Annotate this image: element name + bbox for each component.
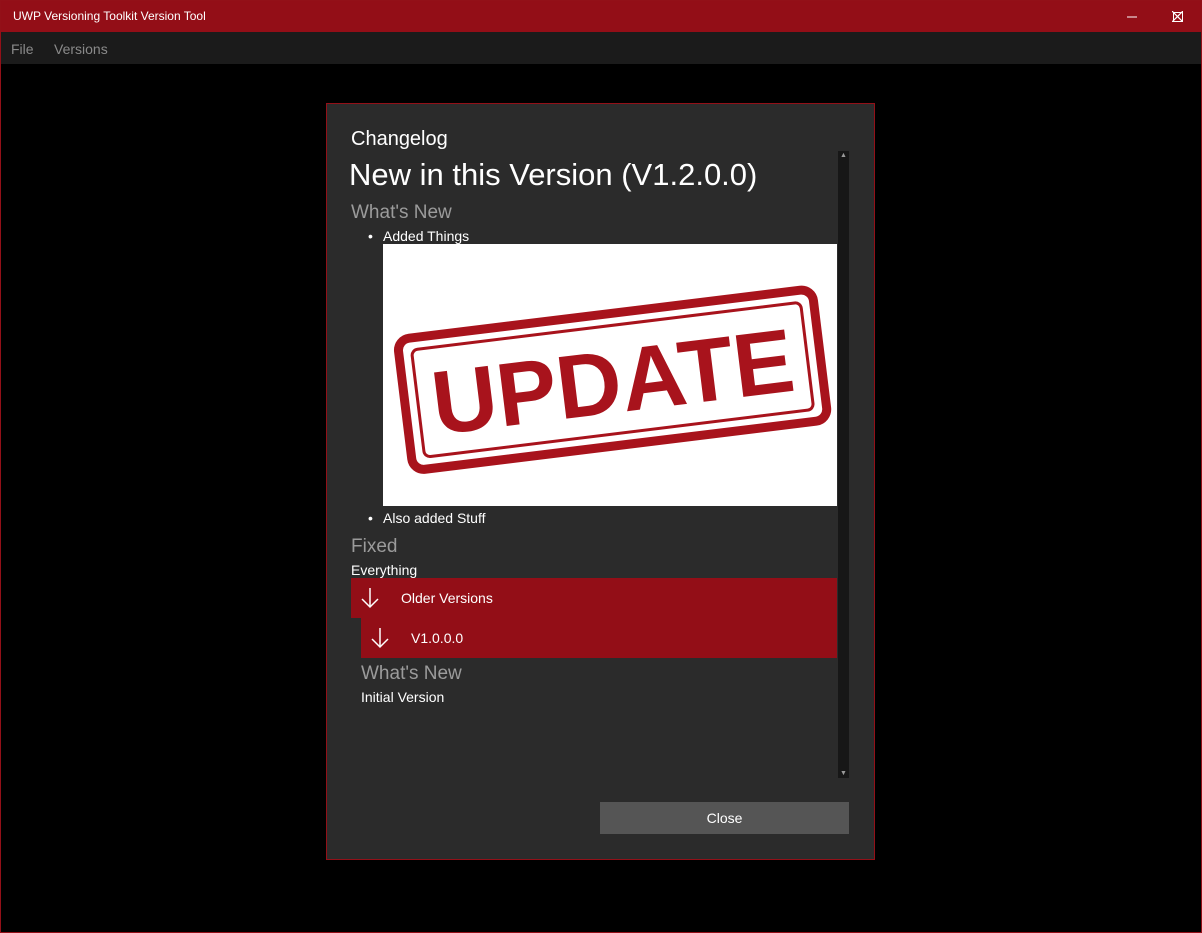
scroll-down-icon[interactable]: ▼: [838, 770, 849, 777]
scroll-up-icon[interactable]: ▲: [838, 152, 849, 159]
minimize-icon: [1127, 16, 1137, 17]
changelog-dialog: Changelog New in this Version (V1.2.0.0)…: [326, 103, 875, 860]
menu-bar: File Versions: [1, 32, 1201, 64]
current-version-heading: New in this Version (V1.2.0.0): [351, 157, 758, 192]
changelog-scroll-area[interactable]: New in this Version (V1.2.0.0) What's Ne…: [351, 151, 837, 778]
older-version-text: Initial Version: [361, 689, 445, 705]
whats-new-heading: What's New: [351, 202, 452, 223]
older-whats-new-heading: What's New: [361, 663, 462, 684]
menu-file[interactable]: File: [11, 41, 34, 57]
close-window-button[interactable]: [1154, 1, 1200, 32]
dialog-title: Changelog: [351, 128, 448, 150]
version-expander[interactable]: V1.0.0.0: [361, 618, 837, 658]
update-stamp-image: UPDATE: [383, 244, 837, 506]
update-stamp-graphic: UPDATE: [393, 285, 832, 474]
fixed-heading: Fixed: [351, 536, 398, 557]
version-label: V1.0.0.0: [411, 630, 464, 646]
arrow-down-icon: [371, 628, 389, 649]
close-button[interactable]: Close: [600, 802, 849, 834]
older-versions-expander[interactable]: Older Versions: [351, 578, 837, 618]
older-versions-label: Older Versions: [401, 590, 493, 606]
list-item: Also added Stuff: [383, 510, 486, 526]
bullet-icon: •: [368, 228, 373, 244]
arrow-down-icon: [361, 588, 379, 609]
bullet-icon: •: [368, 510, 373, 526]
menu-versions[interactable]: Versions: [54, 41, 108, 57]
minimize-button[interactable]: [1109, 1, 1155, 32]
window-title: UWP Versioning Toolkit Version Tool: [13, 9, 206, 23]
list-item: Added Things: [383, 228, 470, 244]
fixed-text: Everything: [351, 562, 418, 578]
title-bar[interactable]: UWP Versioning Toolkit Version Tool: [1, 1, 1201, 32]
vertical-scrollbar[interactable]: ▲ ▼: [838, 151, 849, 778]
close-icon: [1171, 11, 1183, 22]
